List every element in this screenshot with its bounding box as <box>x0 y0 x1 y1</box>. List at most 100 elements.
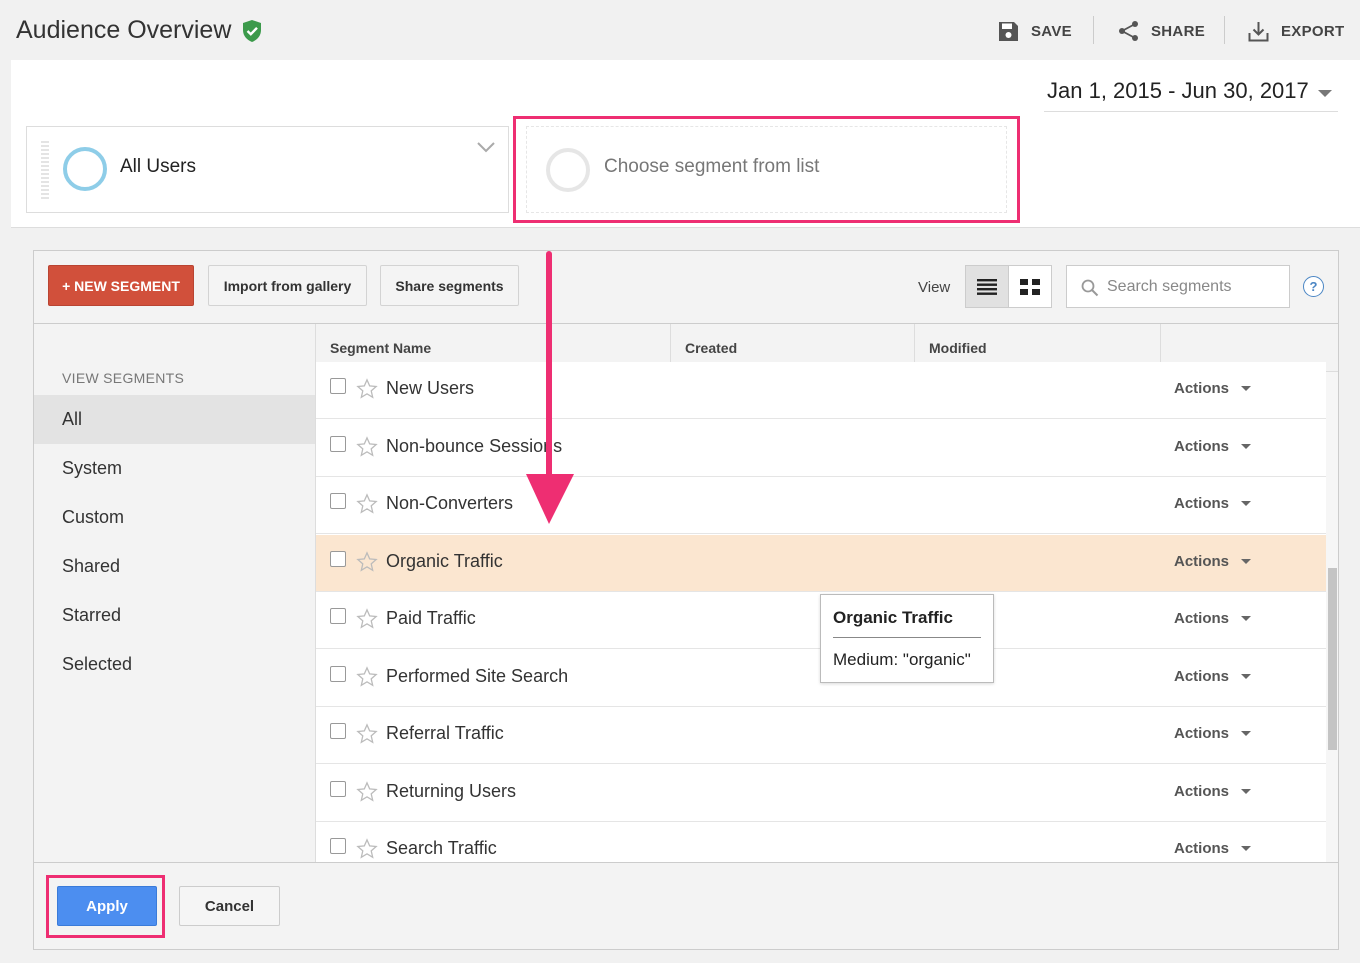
segment-name[interactable]: New Users <box>386 378 474 399</box>
save-button[interactable]: SAVE <box>998 18 1072 44</box>
chevron-down-icon <box>1241 788 1252 794</box>
actions-dropdown[interactable]: Actions <box>1174 725 1252 742</box>
actions-dropdown[interactable]: Actions <box>1174 610 1252 627</box>
segment-name[interactable]: Search Traffic <box>386 838 497 859</box>
cancel-button[interactable]: Cancel <box>179 886 280 926</box>
star-icon[interactable] <box>356 780 378 803</box>
table-row[interactable]: Referral Traffic Actions <box>316 707 1326 764</box>
star-icon[interactable] <box>356 723 378 745</box>
verified-shield-icon <box>243 19 262 42</box>
tooltip-body: Medium: "organic" <box>833 650 971 669</box>
segment-name[interactable]: Returning Users <box>386 781 516 802</box>
actions-label: Actions <box>1174 380 1230 397</box>
segment-name[interactable]: Non-Converters <box>386 493 513 514</box>
sidebar-item-all[interactable]: All <box>34 395 315 444</box>
segment-name[interactable]: Performed Site Search <box>386 666 568 687</box>
sidebar-item-custom[interactable]: Custom <box>34 493 315 542</box>
star-icon[interactable] <box>356 838 378 860</box>
export-icon <box>1248 21 1269 41</box>
drag-handle[interactable] <box>41 141 49 201</box>
row-checkbox[interactable] <box>330 665 346 682</box>
segment-name[interactable]: Paid Traffic <box>386 608 476 629</box>
actions-label: Actions <box>1174 667 1230 685</box>
segment-card-all-users[interactable]: All Users <box>26 126 509 213</box>
segment-ring-icon <box>546 148 590 192</box>
date-range-picker[interactable]: Jan 1, 2015 - Jun 30, 2017 <box>1044 78 1338 112</box>
choose-segment-slot[interactable]: Choose segment from list <box>513 116 1020 223</box>
chevron-down-icon <box>1241 731 1252 736</box>
row-checkbox[interactable] <box>330 550 346 567</box>
page-title: Audience Overview <box>16 16 263 45</box>
actions-label: Actions <box>1174 495 1230 512</box>
import-from-gallery-button[interactable]: Import from gallery <box>208 265 367 306</box>
actions-dropdown[interactable]: Actions <box>1174 438 1252 455</box>
actions-label: Actions <box>1174 610 1230 627</box>
row-checkbox[interactable] <box>330 780 346 797</box>
star-icon[interactable] <box>356 435 378 458</box>
row-checkbox[interactable] <box>330 723 346 739</box>
chevron-down-icon <box>1241 386 1252 391</box>
share-button[interactable]: SHARE <box>1118 18 1205 44</box>
apply-button[interactable]: Apply <box>57 886 157 926</box>
table-row[interactable]: Search Traffic Actions <box>316 822 1326 862</box>
table-row[interactable]: Returning Users Actions <box>316 764 1326 822</box>
sidebar-item-starred[interactable]: Starred <box>34 591 315 640</box>
chevron-down-icon <box>1241 846 1252 851</box>
table-row[interactable]: Organic Traffic Actions <box>316 534 1326 592</box>
grid-view-button[interactable] <box>1009 266 1051 307</box>
page-title-text: Audience Overview <box>16 16 232 44</box>
actions-dropdown[interactable]: Actions <box>1174 667 1252 685</box>
search-segments-input[interactable] <box>1107 275 1285 299</box>
segment-name[interactable]: Organic Traffic <box>386 551 503 572</box>
segment-card-label: All Users <box>120 156 197 177</box>
actions-dropdown[interactable]: Actions <box>1174 380 1252 397</box>
actions-label: Actions <box>1174 840 1230 857</box>
chevron-down-icon <box>1241 673 1252 679</box>
table-row[interactable]: Non-bounce Sessions Actions <box>316 419 1326 477</box>
view-segments-heading: VIEW SEGMENTS <box>62 370 185 386</box>
export-button[interactable]: EXPORT <box>1248 18 1344 44</box>
save-icon <box>999 21 1018 41</box>
chevron-down-icon <box>1241 501 1252 506</box>
star-icon[interactable] <box>356 493 378 515</box>
share-icon <box>1119 21 1138 41</box>
actions-label: Actions <box>1174 552 1230 570</box>
table-row[interactable]: Non-Converters Actions <box>316 477 1326 534</box>
actions-dropdown[interactable]: Actions <box>1174 552 1252 570</box>
segment-browser: VIEW SEGMENTS All System Custom Shared S… <box>34 323 1338 863</box>
segments-table: Segment Name Created Modified New Users A… <box>316 324 1338 862</box>
search-icon <box>1081 279 1099 297</box>
share-segments-button[interactable]: Share segments <box>380 265 519 306</box>
star-icon[interactable] <box>356 550 378 573</box>
table-row[interactable]: New Users Actions <box>316 362 1326 419</box>
actions-dropdown[interactable]: Actions <box>1174 840 1252 857</box>
share-label: SHARE <box>1151 22 1206 40</box>
segment-name[interactable]: Non-bounce Sessions <box>386 436 562 457</box>
actions-label: Actions <box>1174 782 1230 800</box>
save-label: SAVE <box>1031 22 1072 40</box>
sidebar-item-shared[interactable]: Shared <box>34 542 315 591</box>
star-icon[interactable] <box>356 378 378 400</box>
segment-name[interactable]: Referral Traffic <box>386 723 504 744</box>
segment-ring-icon <box>63 147 107 191</box>
row-checkbox[interactable] <box>330 378 346 394</box>
new-segment-button[interactable]: + NEW SEGMENT <box>48 265 194 306</box>
list-view-button[interactable] <box>966 266 1009 307</box>
header-divider <box>1224 16 1225 44</box>
chevron-down-icon[interactable] <box>476 141 496 153</box>
star-icon[interactable] <box>356 665 378 688</box>
actions-dropdown[interactable]: Actions <box>1174 782 1252 800</box>
sidebar-item-system[interactable]: System <box>34 444 315 493</box>
chevron-down-icon <box>1241 443 1252 449</box>
row-checkbox[interactable] <box>330 608 346 624</box>
row-checkbox[interactable] <box>330 493 346 509</box>
actions-dropdown[interactable]: Actions <box>1174 495 1252 512</box>
star-icon[interactable] <box>356 608 378 630</box>
page-header: Audience Overview SAVE SHARE EXPORT <box>0 0 1360 60</box>
help-icon[interactable]: ? <box>1303 276 1324 297</box>
scrollbar-thumb[interactable] <box>1328 568 1337 750</box>
segment-tooltip: Organic Traffic Medium: "organic" <box>820 594 994 683</box>
sidebar-item-selected[interactable]: Selected <box>34 640 315 689</box>
row-checkbox[interactable] <box>330 435 346 452</box>
row-checkbox[interactable] <box>330 838 346 854</box>
